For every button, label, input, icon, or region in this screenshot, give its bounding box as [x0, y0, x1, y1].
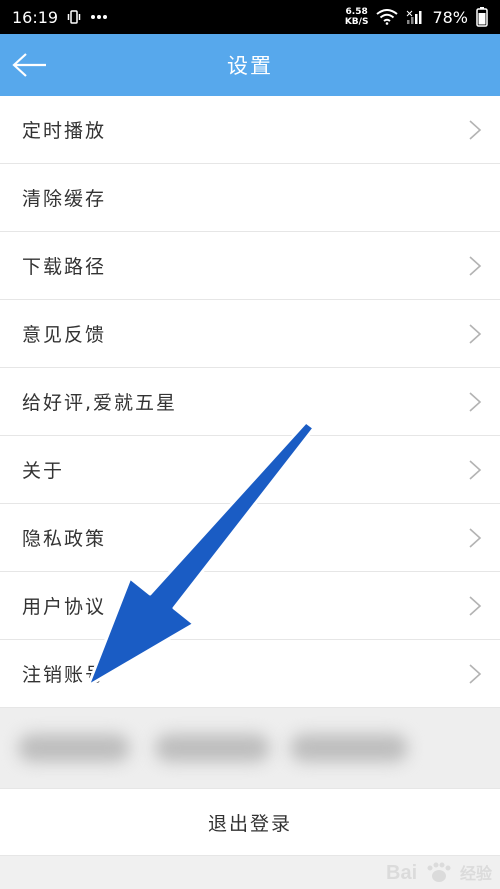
logout-button[interactable]: 退出登录 [0, 788, 500, 856]
back-button[interactable] [8, 46, 52, 84]
menu-item-label: 给好评,爱就五星 [22, 392, 178, 414]
svg-text:Bai: Bai [386, 862, 417, 884]
chevron-right-icon [468, 255, 482, 277]
menu-item-label: 清除缓存 [22, 188, 107, 210]
net-speed-unit: KB/S [344, 17, 369, 27]
net-speed: 6.58 KB/S [345, 7, 369, 27]
status-left: 16:19 [12, 8, 108, 27]
watermark-text: 经验 [459, 864, 492, 883]
page-title: 设置 [227, 54, 273, 78]
signal-icon [406, 9, 424, 25]
status-time: 16:19 [12, 7, 59, 27]
status-bar: 16:19 6.58 KB/S 78% [0, 0, 500, 34]
chevron-right-icon [468, 459, 482, 481]
battery-level: 78% [432, 7, 468, 27]
blurred-text [18, 734, 130, 762]
menu-item-label: 隐私政策 [22, 528, 107, 550]
net-speed-value: 6.58 [345, 7, 368, 17]
baidu-watermark: Bai 经验 [386, 859, 492, 885]
menu-item-label: 关于 [22, 460, 65, 482]
arrow-left-icon [12, 53, 46, 77]
logout-label: 退出登录 [207, 812, 292, 835]
blurred-text [155, 734, 270, 762]
chevron-right-icon [468, 527, 482, 549]
blurred-content [0, 708, 500, 788]
chevron-right-icon [468, 323, 482, 345]
menu-item-rate-app[interactable]: 给好评,爱就五星 [0, 368, 500, 436]
menu-item-feedback[interactable]: 意见反馈 [0, 300, 500, 368]
status-right: 6.58 KB/S 78% [345, 7, 488, 27]
baidu-paw-logo: Bai [386, 862, 451, 884]
menu-item-user-agreement[interactable]: 用户协议 [0, 572, 500, 640]
chevron-right-icon [468, 391, 482, 413]
menu-item-timed-play[interactable]: 定时播放 [0, 96, 500, 164]
vibrate-icon [66, 9, 82, 25]
blurred-text [290, 734, 408, 762]
more-dots-icon [90, 14, 108, 20]
chevron-right-icon [468, 119, 482, 141]
settings-menu: 定时播放 清除缓存 下载路径 意见反馈 给好评,爱就五星 关于 隐私政策 用户协… [0, 96, 500, 708]
menu-item-about[interactable]: 关于 [0, 436, 500, 504]
menu-item-clear-cache[interactable]: 清除缓存 [0, 164, 500, 232]
menu-item-delete-account[interactable]: 注销账号 [0, 640, 500, 708]
menu-item-label: 注销账号 [22, 664, 107, 686]
chevron-right-icon [468, 595, 482, 617]
app-header: 设置 [0, 34, 500, 96]
menu-item-privacy-policy[interactable]: 隐私政策 [0, 504, 500, 572]
menu-item-label: 定时播放 [22, 120, 107, 142]
wifi-icon [376, 9, 399, 25]
menu-item-label: 用户协议 [22, 596, 107, 618]
chevron-right-icon [468, 663, 482, 685]
battery-icon [476, 7, 488, 27]
menu-item-download-path[interactable]: 下载路径 [0, 232, 500, 300]
menu-item-label: 意见反馈 [22, 324, 107, 346]
menu-item-label: 下载路径 [22, 256, 107, 278]
